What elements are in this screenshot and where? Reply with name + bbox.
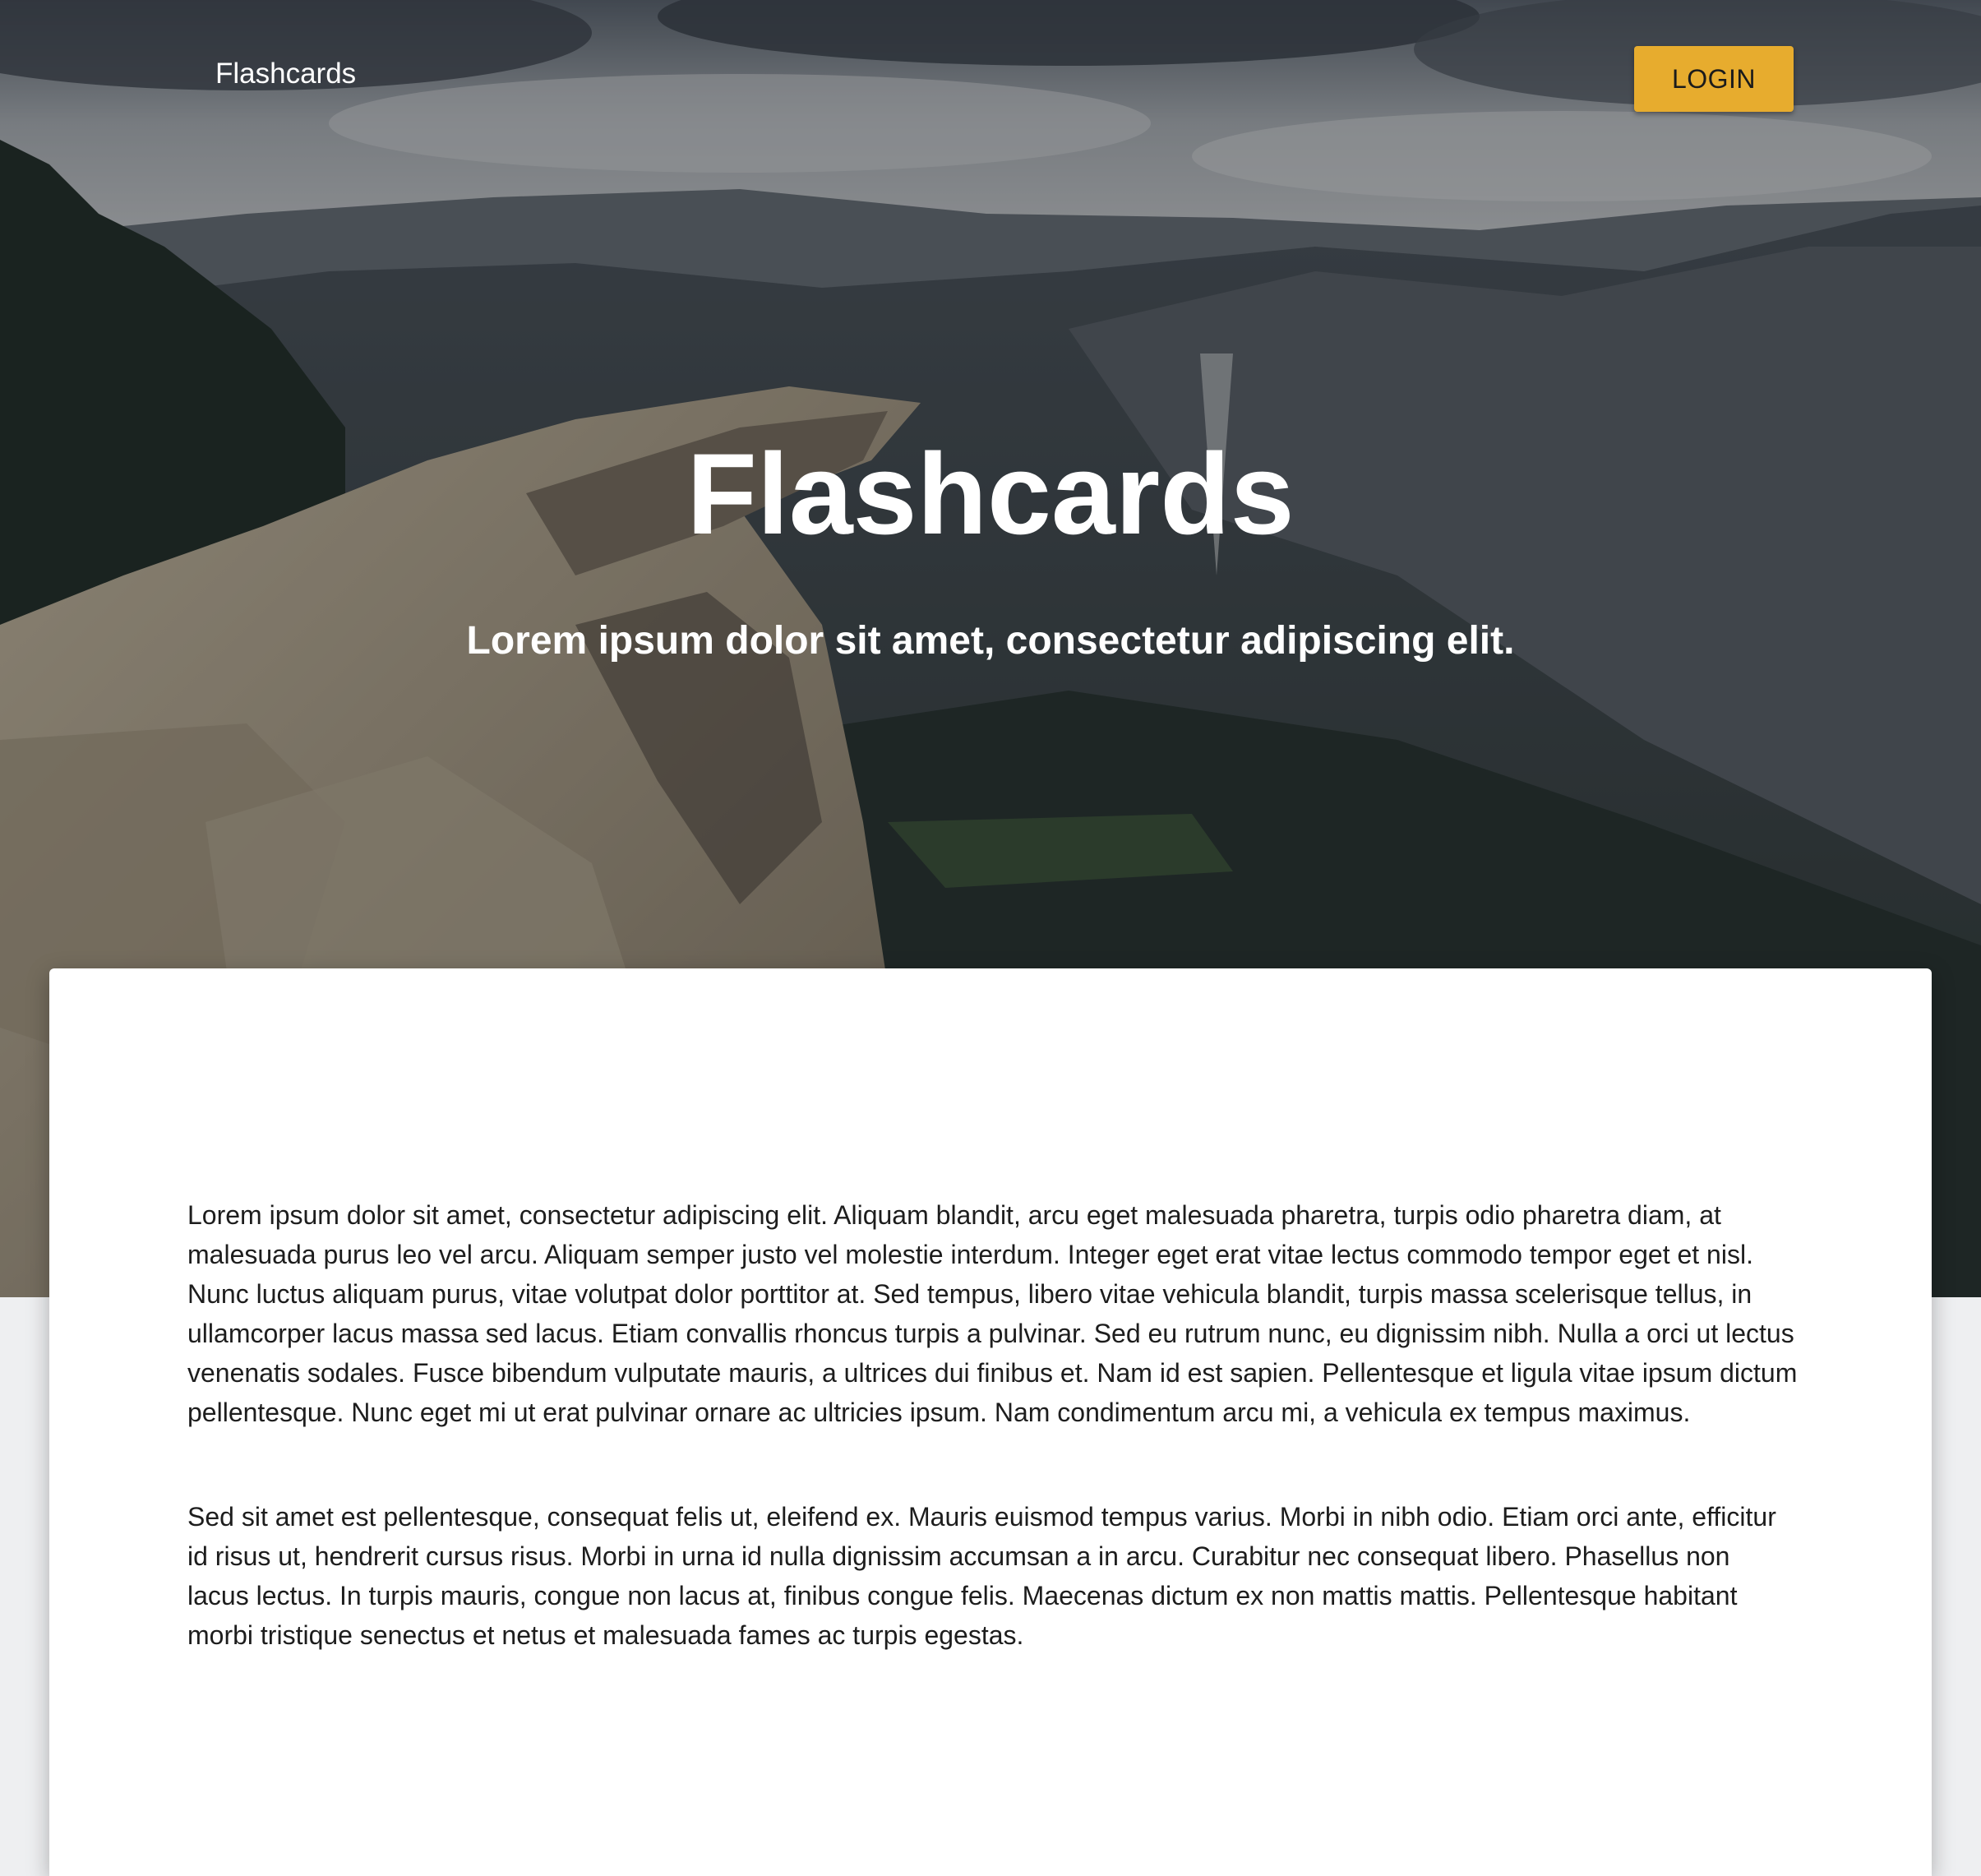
content-paragraph: Lorem ipsum dolor sit amet, consectetur … bbox=[187, 1200, 1798, 1427]
navbar-brand[interactable]: Flashcards bbox=[215, 58, 356, 90]
content-paragraph: Sed sit amet est pellentesque, consequat… bbox=[187, 1502, 1776, 1650]
page: Flashcards LOGIN Flashcards Lorem ipsum … bbox=[0, 0, 1981, 1876]
hero-subtitle: Lorem ipsum dolor sit amet, consectetur … bbox=[466, 619, 1515, 663]
login-button[interactable]: LOGIN bbox=[1634, 46, 1794, 112]
content-card: Lorem ipsum dolor sit amet, consectetur … bbox=[49, 968, 1932, 1876]
hero-title: Flashcards bbox=[686, 429, 1295, 558]
